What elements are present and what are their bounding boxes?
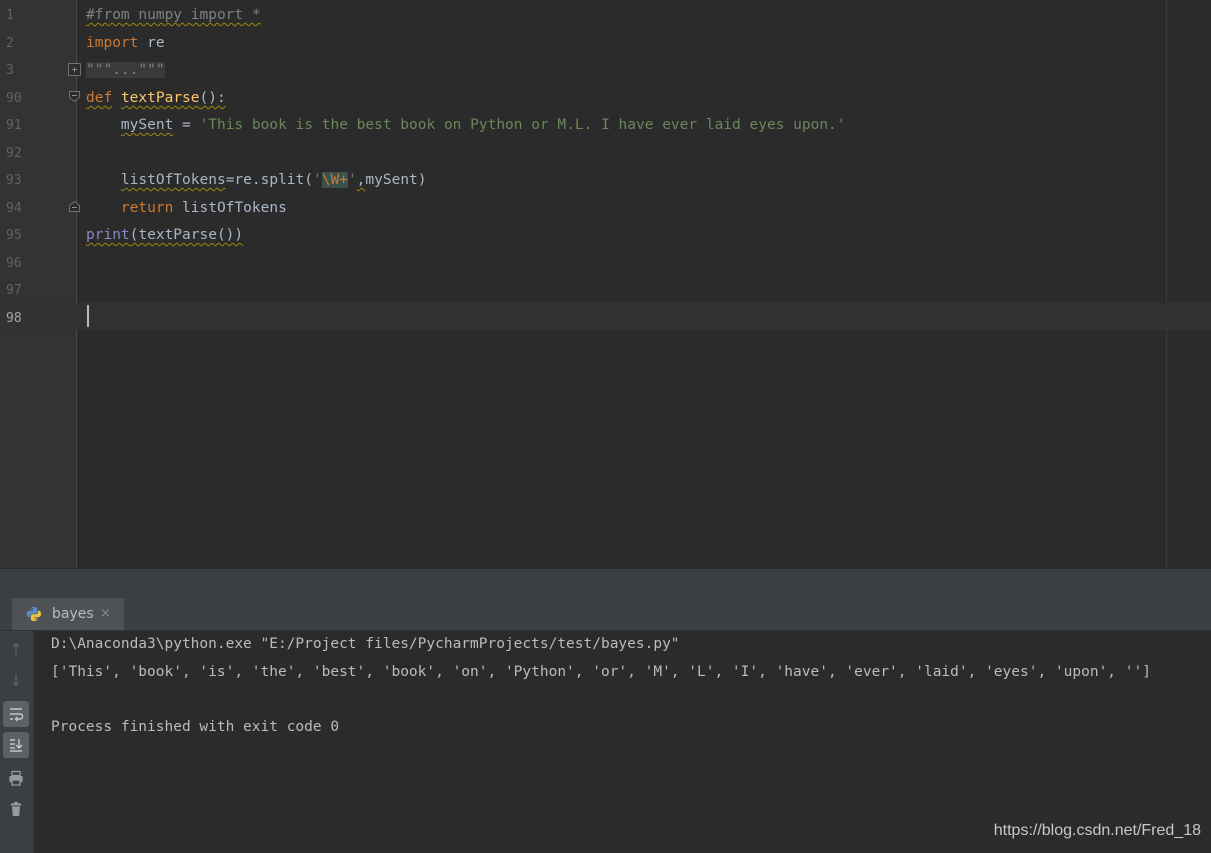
comment-token: #from numpy import * bbox=[86, 7, 261, 23]
code-text: (textParse()) bbox=[129, 227, 244, 243]
current-line-highlight bbox=[0, 303, 1211, 330]
run-tab-bayes[interactable]: bayes × bbox=[12, 598, 124, 630]
scroll-to-end-glyph bbox=[10, 739, 23, 752]
console-line-exit: Process finished with exit code 0 bbox=[51, 719, 340, 735]
code-line-93[interactable]: listOfTokens=re.split('\W+',mySent) bbox=[86, 167, 427, 194]
print-icon[interactable] bbox=[3, 765, 29, 791]
run-tab-label: bayes bbox=[52, 606, 94, 622]
line-number: 90 bbox=[6, 91, 22, 106]
line-number: 92 bbox=[6, 146, 22, 161]
string-token: 'This book is the best book on Python or… bbox=[199, 117, 846, 133]
run-tab-bar: bayes × bbox=[0, 598, 1211, 631]
fold-collapse-start-icon[interactable] bbox=[68, 90, 81, 103]
console-line-command: D:\Anaconda3\python.exe "E:/Project file… bbox=[51, 636, 680, 652]
line-number-current: 98 bbox=[6, 311, 22, 326]
code-line-2[interactable]: import re bbox=[86, 30, 165, 57]
print-glyph bbox=[9, 770, 23, 786]
code-editor[interactable]: 1 2 3 90 91 92 93 94 95 96 97 98 + #from… bbox=[0, 0, 1211, 568]
string-quote: ' bbox=[347, 172, 357, 188]
line-number: 91 bbox=[6, 118, 22, 133]
folded-docstring[interactable]: """...""" bbox=[86, 62, 165, 78]
code-text: mySent) bbox=[365, 172, 427, 188]
keyword-token: def bbox=[86, 90, 113, 106]
code-text: listOfTokens bbox=[173, 200, 287, 216]
panel-splitter[interactable] bbox=[0, 568, 1211, 599]
keyword-token: return bbox=[120, 200, 174, 216]
string-quote: ' bbox=[313, 172, 322, 188]
line-number: 97 bbox=[6, 283, 22, 298]
code-line-94[interactable]: return listOfTokens bbox=[86, 195, 287, 222]
right-margin-guide bbox=[1166, 0, 1167, 568]
console-line-output: ['This', 'book', 'is', 'the', 'best', 'b… bbox=[51, 664, 1151, 680]
code-text: re bbox=[138, 35, 165, 51]
code-text: (): bbox=[199, 90, 226, 106]
code-text: =re.split( bbox=[225, 172, 313, 188]
python-icon bbox=[27, 607, 41, 621]
function-name: textParse bbox=[120, 90, 200, 106]
up-arrow-icon[interactable]: ↑ bbox=[3, 637, 29, 663]
watermark-url: https://blog.csdn.net/Fred_18 bbox=[993, 822, 1201, 839]
fold-collapse-end-icon[interactable] bbox=[68, 200, 81, 213]
fold-expand-icon[interactable]: + bbox=[68, 63, 81, 76]
code-line-95[interactable]: print(textParse()) bbox=[86, 222, 243, 249]
keyword-token: import bbox=[86, 35, 139, 51]
trash-glyph bbox=[11, 802, 21, 816]
code-line-90[interactable]: def textParse(): bbox=[86, 85, 226, 112]
line-number: 95 bbox=[6, 228, 22, 243]
line-number: 2 bbox=[6, 36, 14, 51]
trash-icon[interactable] bbox=[3, 796, 29, 822]
code-line-91[interactable]: mySent = 'This book is the best book on … bbox=[86, 112, 846, 139]
line-number: 96 bbox=[6, 256, 22, 271]
console-output[interactable]: D:\Anaconda3\python.exe "E:/Project file… bbox=[34, 631, 1211, 853]
soft-wrap-icon[interactable] bbox=[3, 701, 29, 727]
variable-token: mySent bbox=[120, 117, 174, 133]
close-icon[interactable]: × bbox=[100, 598, 111, 630]
code-text: = bbox=[173, 117, 200, 133]
line-number: 94 bbox=[6, 201, 22, 216]
builtin-token: print bbox=[86, 227, 130, 243]
variable-token: listOfTokens bbox=[120, 172, 226, 188]
text-caret bbox=[87, 305, 89, 327]
code-line-1[interactable]: #from numpy import * bbox=[86, 2, 261, 29]
regex-escape-token: \W+ bbox=[321, 172, 348, 188]
down-arrow-icon[interactable]: ↓ bbox=[3, 668, 29, 694]
soft-wrap-glyph bbox=[10, 708, 24, 722]
line-number: 93 bbox=[6, 173, 22, 188]
line-number: 3 bbox=[6, 63, 14, 78]
code-line-3[interactable]: """...""" bbox=[86, 57, 165, 84]
run-toolbar: ↑ ↓ bbox=[0, 631, 34, 853]
line-number: 1 bbox=[6, 8, 14, 23]
scroll-to-end-icon[interactable] bbox=[3, 732, 29, 758]
